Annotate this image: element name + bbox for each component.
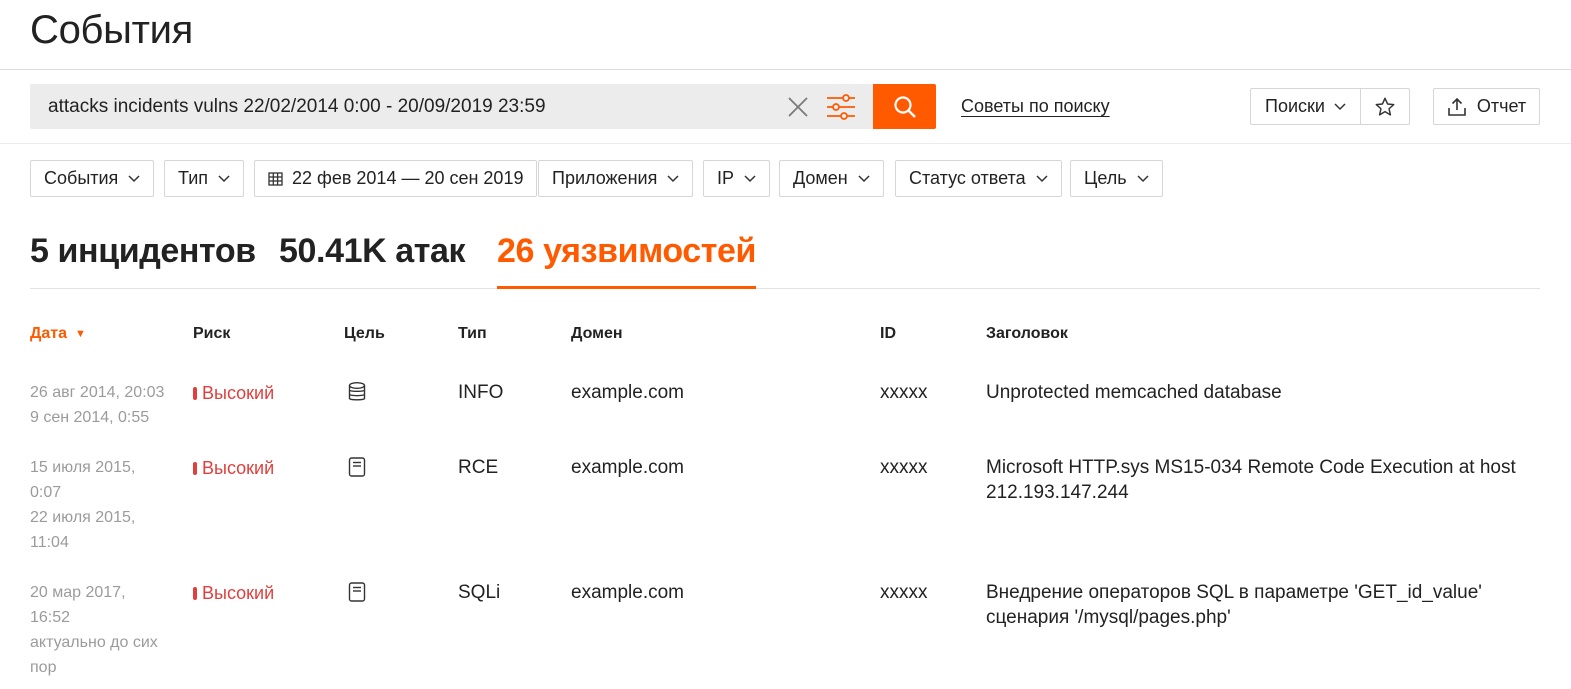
column-header-id[interactable]: ID: [880, 325, 896, 343]
date-cell: 26 авг 2014, 20:03 9 сен 2014, 0:55: [30, 380, 180, 430]
id-cell: xxxxx: [880, 457, 928, 478]
filter-label: Приложения: [552, 168, 658, 188]
domain-cell: example.com: [571, 382, 684, 403]
risk-indicator: [193, 462, 197, 475]
id-cell: xxxxx: [880, 382, 928, 403]
date-line: 11:04: [30, 534, 69, 551]
export-icon: [1448, 97, 1466, 116]
date-line: 26 авг 2014, 20:03: [30, 384, 165, 401]
target-cell: [346, 381, 368, 403]
saved-searches-label: Поиски: [1265, 96, 1325, 116]
chevron-down-icon: [744, 174, 756, 182]
report-label: Отчет: [1476, 96, 1527, 116]
tab-incidents[interactable]: 5 инцидентов: [30, 232, 256, 271]
column-header-date[interactable]: Дата ▼: [30, 325, 86, 343]
tab-attacks[interactable]: 50.41K атак: [279, 232, 466, 271]
date-line: актуально до сих: [30, 634, 158, 651]
risk-cell: Высокий: [193, 456, 274, 481]
server-icon: [348, 457, 366, 477]
search-filters-button[interactable]: [826, 93, 856, 121]
tabs-divider: [30, 288, 1540, 289]
search-input[interactable]: [48, 84, 778, 129]
date-cell: 15 июля 2015, 0:07 22 июля 2015, 11:04: [30, 455, 180, 555]
filter-label: IP: [717, 168, 735, 188]
database-icon: [348, 382, 366, 401]
risk-label: Высокий: [202, 383, 275, 403]
search-button[interactable]: [873, 84, 936, 129]
type-cell: SQLi: [458, 582, 501, 603]
star-icon: [1375, 97, 1395, 116]
filter-label: События: [44, 168, 119, 188]
column-header-risk[interactable]: Риск: [193, 325, 230, 343]
filter-ip[interactable]: IP: [703, 160, 771, 197]
filter-type[interactable]: Тип: [164, 160, 245, 197]
target-cell: [346, 456, 368, 478]
filter-date-range[interactable]: 22 фев 2014 — 20 сен 2019: [254, 160, 538, 197]
saved-searches-group: Поиски: [1250, 88, 1410, 125]
chevron-down-icon: [858, 174, 870, 182]
date-line: 15 июля 2015,: [30, 459, 136, 476]
sort-desc-icon: ▼: [75, 328, 86, 340]
sliders-icon: [827, 94, 855, 120]
header-divider: [0, 69, 1571, 70]
calendar-icon: [268, 172, 283, 186]
date-line: 20 мар 2017,: [30, 584, 126, 601]
filter-label: Статус ответа: [909, 168, 1026, 188]
type-cell: RCE: [458, 457, 499, 478]
risk-indicator: [193, 587, 197, 600]
domain-cell: example.com: [571, 582, 684, 603]
search-box: [30, 84, 873, 129]
chevron-down-icon: [1036, 174, 1048, 182]
search-tips-link[interactable]: Советы по поиску: [961, 96, 1110, 117]
type-cell: INFO: [458, 382, 504, 403]
title-cell[interactable]: Внедрение операторов SQL в параметре 'GE…: [986, 580, 1546, 630]
date-line: пор: [30, 659, 57, 676]
target-cell: [346, 581, 368, 603]
active-tab-indicator: [497, 286, 756, 289]
filter-domain[interactable]: Домен: [779, 160, 884, 197]
date-line: 22 июля 2015,: [30, 509, 136, 526]
title-cell[interactable]: Unprotected memcached database: [986, 380, 1546, 405]
chevron-down-icon: [128, 174, 140, 182]
saved-searches-dropdown[interactable]: Поиски: [1251, 89, 1360, 124]
filter-label: Домен: [793, 168, 848, 188]
date-line: 0:07: [30, 484, 62, 501]
column-header-title[interactable]: Заголовок: [986, 325, 1068, 343]
domain-cell: example.com: [571, 457, 684, 478]
filter-label: Тип: [178, 168, 209, 188]
date-line: 9 сен 2014, 0:55: [30, 409, 150, 426]
risk-cell: Высокий: [193, 381, 274, 406]
toolbar-divider: [0, 143, 1571, 144]
title-cell[interactable]: Microsoft HTTP.sys MS15-034 Remote Code …: [986, 455, 1546, 505]
risk-cell: Высокий: [193, 581, 274, 606]
id-cell: xxxxx: [880, 582, 928, 603]
column-header-type[interactable]: Тип: [458, 325, 487, 343]
chevron-down-icon: [667, 174, 679, 182]
filter-applications[interactable]: Приложения: [538, 160, 694, 197]
date-line: 16:52: [30, 609, 71, 626]
filter-target[interactable]: Цель: [1070, 160, 1163, 197]
favorite-button[interactable]: [1359, 89, 1409, 124]
tab-vulnerabilities[interactable]: 26 уязвимостей: [497, 232, 756, 271]
clear-search-button[interactable]: [786, 95, 810, 119]
filter-events[interactable]: События: [30, 160, 155, 197]
chevron-down-icon: [1137, 174, 1149, 182]
filter-response-status[interactable]: Статус ответа: [895, 160, 1062, 197]
risk-indicator: [193, 387, 197, 400]
filter-label: Цель: [1084, 168, 1127, 188]
page-title: События: [30, 8, 194, 52]
close-icon: [788, 97, 808, 117]
column-header-target[interactable]: Цель: [344, 325, 385, 343]
column-header-domain[interactable]: Домен: [571, 325, 623, 343]
chevron-down-icon: [1334, 102, 1346, 110]
risk-label: Высокий: [202, 458, 275, 478]
date-cell: 20 мар 2017, 16:52 актуально до сих пор: [30, 580, 180, 680]
search-icon: [893, 95, 916, 118]
filter-label: 22 фев 2014 — 20 сен 2019: [292, 168, 524, 188]
chevron-down-icon: [218, 174, 230, 182]
report-button[interactable]: Отчет: [1433, 88, 1540, 125]
server-icon: [348, 582, 366, 602]
column-label: Дата: [30, 325, 68, 342]
risk-label: Высокий: [202, 583, 275, 603]
